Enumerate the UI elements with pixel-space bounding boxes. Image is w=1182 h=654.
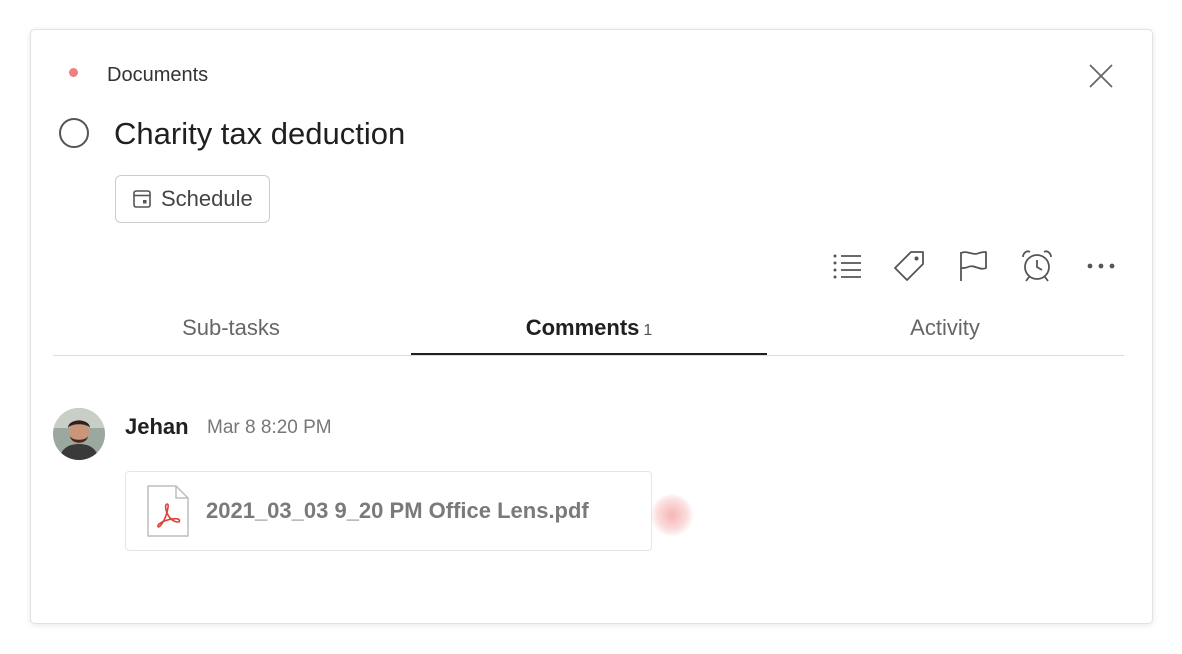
- tab-sub-tasks-label: Sub-tasks: [182, 315, 280, 340]
- close-icon: [1089, 64, 1113, 88]
- tab-activity-label: Activity: [910, 315, 980, 340]
- task-title[interactable]: Charity tax deduction: [114, 116, 405, 152]
- tab-comments[interactable]: Comments 1: [411, 310, 767, 355]
- tag-icon[interactable]: [889, 246, 929, 286]
- comment-timestamp: Mar 8 8:20 PM: [207, 417, 332, 438]
- attachment-file-name: 2021_03_03 9_20 PM Office Lens.pdf: [206, 498, 589, 523]
- task-detail-modal: Documents Charity tax deduction Schedule: [30, 29, 1153, 624]
- list-icon[interactable]: [827, 246, 867, 286]
- tab-activity[interactable]: Activity: [767, 310, 1123, 355]
- tab-comments-label: Comments: [525, 315, 640, 340]
- schedule-button[interactable]: Schedule: [115, 175, 270, 223]
- cursor-highlight: [651, 494, 693, 536]
- schedule-label: Schedule: [161, 186, 253, 211]
- task-complete-checkbox[interactable]: [59, 118, 89, 148]
- pdf-file-icon: [146, 484, 190, 538]
- avatar[interactable]: [53, 408, 105, 460]
- attachment-card[interactable]: 2021_03_03 9_20 PM Office Lens.pdf: [125, 471, 652, 551]
- project-color-dot: [69, 68, 78, 77]
- flag-icon[interactable]: [953, 246, 993, 286]
- comments-count: 1: [643, 322, 653, 339]
- tab-bar: Sub-tasks Comments 1 Activity: [53, 310, 1124, 356]
- alarm-clock-icon[interactable]: [1017, 246, 1057, 286]
- close-button[interactable]: [1083, 58, 1119, 94]
- comment-author: Jehan: [125, 414, 189, 439]
- more-icon[interactable]: [1081, 246, 1121, 286]
- calendar-icon: [132, 189, 152, 209]
- tab-sub-tasks[interactable]: Sub-tasks: [53, 310, 409, 355]
- project-name[interactable]: Documents: [107, 64, 208, 87]
